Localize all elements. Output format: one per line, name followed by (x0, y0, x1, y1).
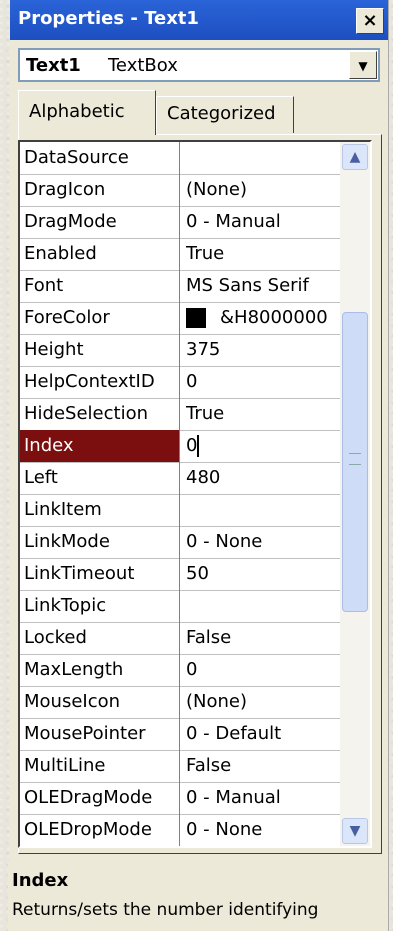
property-value[interactable]: True (186, 238, 342, 270)
property-name: MouseIcon (20, 686, 180, 718)
property-name: OLEDropMode (20, 814, 180, 846)
tab-alphabetic[interactable]: Alphabetic (18, 90, 156, 135)
property-name: OLEDragMode (20, 782, 180, 814)
property-name: MousePointer (20, 718, 180, 750)
grip-icon (349, 453, 361, 465)
property-name: LinkTopic (20, 590, 180, 622)
description-pane: Index Returns/sets the number identifyin… (8, 862, 372, 931)
property-name: LinkTimeout (20, 558, 180, 590)
scroll-thumb[interactable] (342, 312, 368, 612)
property-name: Index (20, 430, 180, 462)
object-name: Text1 (26, 55, 81, 76)
property-name: DragIcon (20, 174, 180, 206)
property-value[interactable]: True (186, 398, 342, 430)
property-value[interactable] (186, 142, 342, 174)
property-name: Enabled (20, 238, 180, 270)
property-value[interactable]: 0 (186, 654, 342, 686)
property-value[interactable]: 0 - None (186, 526, 342, 558)
dropdown-arrow-icon[interactable]: ▼ (349, 51, 377, 79)
tab-categorized[interactable]: Categorized (156, 96, 294, 133)
property-value[interactable]: 0 - Manual (186, 206, 342, 238)
property-row[interactable]: OLEDropMode 0 - None (20, 814, 342, 846)
text-caret (197, 435, 200, 457)
property-row[interactable]: MultiLine False (20, 750, 342, 783)
property-value[interactable]: 0 - None (186, 814, 342, 846)
description-text: Returns/sets the number identifying (12, 900, 319, 920)
property-row[interactable]: Left 480 (20, 462, 342, 495)
vertical-scrollbar[interactable]: ▲ ▼ (340, 142, 370, 846)
property-name: Locked (20, 622, 180, 654)
description-title: Index (12, 870, 69, 891)
property-name: Left (20, 462, 180, 494)
property-value[interactable]: 480 (186, 462, 342, 494)
property-value[interactable] (186, 494, 342, 526)
property-name: ForeColor (20, 302, 180, 334)
property-value[interactable]: &H8000000 (186, 302, 342, 334)
property-row[interactable]: Locked False (20, 622, 342, 655)
property-value[interactable]: False (186, 750, 342, 782)
window-title: Properties - Text1 (18, 8, 199, 29)
property-name: Font (20, 270, 180, 302)
property-row[interactable]: Index 0 (20, 430, 342, 463)
property-row[interactable]: DataSource (20, 142, 342, 175)
property-row[interactable]: HideSelection True (20, 398, 342, 431)
property-row[interactable]: MouseIcon (None) (20, 686, 342, 719)
property-name: HideSelection (20, 398, 180, 430)
title-bar[interactable]: Properties - Text1 × (10, 0, 388, 40)
scroll-down-icon[interactable]: ▼ (342, 818, 368, 844)
property-value[interactable]: 0 - Default (186, 718, 342, 750)
property-row[interactable]: LinkItem (20, 494, 342, 527)
property-value[interactable]: (None) (186, 686, 342, 718)
property-row[interactable]: HelpContextID 0 (20, 366, 342, 399)
property-row[interactable]: Font MS Sans Serif (20, 270, 342, 303)
property-name: LinkMode (20, 526, 180, 558)
property-name: DataSource (20, 142, 180, 174)
property-value[interactable]: (None) (186, 174, 342, 206)
property-value[interactable]: MS Sans Serif (186, 270, 342, 302)
property-row[interactable]: LinkMode 0 - None (20, 526, 342, 559)
scroll-up-icon[interactable]: ▲ (342, 144, 368, 170)
property-row[interactable]: DragMode 0 - Manual (20, 206, 342, 239)
tab-label: Categorized (167, 103, 276, 124)
close-button[interactable]: × (356, 8, 384, 34)
property-value[interactable] (186, 590, 342, 622)
property-name: MaxLength (20, 654, 180, 686)
property-name: Height (20, 334, 180, 366)
property-row[interactable]: OLEDragMode 0 - Manual (20, 782, 342, 815)
property-row[interactable]: Enabled True (20, 238, 342, 271)
property-grid: DataSource DragIcon (None) DragMode 0 - Manu… (18, 140, 372, 848)
property-name: LinkItem (20, 494, 180, 526)
object-type: TextBox (108, 55, 178, 76)
property-row[interactable]: LinkTopic (20, 590, 342, 623)
property-name: MultiLine (20, 750, 180, 782)
property-row[interactable]: Height 375 (20, 334, 342, 367)
tab-label: Alphabetic (29, 101, 125, 122)
property-value-text: &H8000000 (220, 307, 328, 328)
property-row[interactable]: MaxLength 0 (20, 654, 342, 687)
property-value[interactable]: 375 (186, 334, 342, 366)
object-selector[interactable]: Text1 TextBox ▼ (18, 48, 380, 82)
property-name: HelpContextID (20, 366, 180, 398)
property-value[interactable]: 0 (186, 430, 342, 462)
property-value[interactable]: 0 - Manual (186, 782, 342, 814)
property-value[interactable]: False (186, 622, 342, 654)
color-swatch (186, 308, 206, 328)
property-value-text: 0 (186, 435, 198, 456)
property-value[interactable]: 0 (186, 366, 342, 398)
property-name: DragMode (20, 206, 180, 238)
property-row[interactable]: LinkTimeout 50 (20, 558, 342, 591)
property-row[interactable]: MousePointer 0 - Default (20, 718, 342, 751)
property-row[interactable]: ForeColor &H8000000 (20, 302, 342, 335)
property-value[interactable]: 50 (186, 558, 342, 590)
property-row[interactable]: DragIcon (None) (20, 174, 342, 207)
